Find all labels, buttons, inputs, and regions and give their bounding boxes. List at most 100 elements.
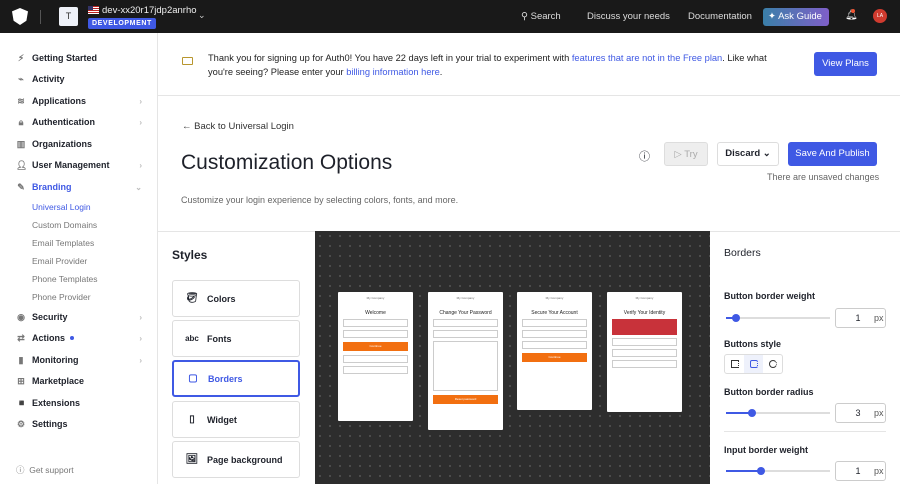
auth0-logo[interactable] <box>12 8 28 25</box>
grid-plus-icon: ⊞ <box>17 376 25 386</box>
help-icon[interactable]: ⓘ <box>639 148 650 164</box>
sidebar-item-security[interactable]: ◉ Security › <box>16 312 142 322</box>
button-radius-input[interactable]: 3 px <box>835 403 886 423</box>
sidebar-sub-phone-provider[interactable]: Phone Provider <box>32 292 91 302</box>
rounded-corner-icon <box>749 360 758 368</box>
sidebar-item-settings[interactable]: ⚙ Settings <box>16 419 142 429</box>
style-page-background[interactable]: 🖼︎ Page background <box>172 441 300 478</box>
styles-panel: Styles 🪣︎ Colors abc Fonts ▢ Borders ▯ Widge… <box>158 231 315 484</box>
view-plans-button[interactable]: View Plans <box>814 52 877 76</box>
sharp-corner-icon <box>730 360 739 368</box>
save-and-publish-button[interactable]: Save And Publish <box>788 142 877 166</box>
features-link[interactable]: features that are not in the Free plan <box>572 53 722 63</box>
unit: px <box>874 408 884 418</box>
preview-title: Verify Your Identity <box>623 310 666 316</box>
sidebar-item-extensions[interactable]: ◾ Extensions <box>16 398 142 408</box>
label: Extensions <box>32 398 81 408</box>
trial-banner: Thank you for signing up for Auth0! You … <box>158 33 900 96</box>
label: Try <box>684 149 698 160</box>
style-rounded-button[interactable] <box>744 355 763 373</box>
button-weight-input[interactable]: 1 px <box>835 308 886 328</box>
try-button[interactable]: ▷ Try <box>664 142 708 166</box>
unit: px <box>874 466 884 476</box>
preview-title: Welcome <box>365 310 386 316</box>
sidebar-item-actions[interactable]: ⇄ Actions › <box>16 333 142 343</box>
us-flag-icon <box>88 6 99 14</box>
sidebar-item-marketplace[interactable]: ⊞ Marketplace <box>16 376 142 386</box>
brush-icon: ✎ <box>17 182 25 192</box>
tenant-name[interactable]: dev-xx20r17jdp2anrho <box>102 5 197 16</box>
sidebar-item-branding[interactable]: ✎ Branding ⌄ <box>16 182 142 192</box>
button-weight-slider[interactable] <box>726 314 830 322</box>
label: Get support <box>29 465 74 475</box>
sidebar-item-authentication[interactable]: 🔒︎ Authentication › <box>16 117 142 127</box>
style-borders[interactable]: ▢ Borders <box>172 360 300 397</box>
slider-knob[interactable] <box>748 409 756 417</box>
button-radius-label: Button border radius <box>724 387 814 397</box>
banner-text: Thank you for signing up for Auth0! You … <box>208 51 778 79</box>
preview-login-card: My Company Welcome Continue <box>338 292 413 421</box>
discuss-link[interactable]: Discuss your needs <box>587 11 670 22</box>
style-pill-button[interactable] <box>763 355 782 373</box>
login-preview: My Company Welcome Continue My Company Chan… <box>315 231 710 484</box>
divider <box>40 10 41 24</box>
label: User Management <box>32 160 110 170</box>
new-dot <box>70 336 75 340</box>
discard-button[interactable]: Discard ⌄ <box>717 142 779 166</box>
sidebar-item-applications[interactable]: ≋ Applications › <box>16 96 142 106</box>
sidebar-sub-universal-login[interactable]: Universal Login <box>32 202 91 212</box>
slider-knob[interactable] <box>732 314 741 322</box>
label: Organizations <box>32 139 93 149</box>
label: Discard <box>725 148 761 159</box>
chevron-down-icon[interactable]: ⌄ <box>198 10 206 21</box>
input-weight-input[interactable]: 1 px <box>835 461 886 481</box>
sidebar-item-activity[interactable]: ⌁ Activity <box>16 74 142 84</box>
buttons-style-label: Buttons style <box>724 339 782 349</box>
abc-icon: abc <box>185 334 199 343</box>
sidebar-sub-email-templates[interactable]: Email Templates <box>32 238 94 248</box>
tenant-avatar[interactable]: T <box>59 7 78 26</box>
slider-knob[interactable] <box>756 467 765 475</box>
actions-icon: ⇄ <box>17 333 25 343</box>
style-widget[interactable]: ▯ Widget <box>172 401 300 438</box>
style-sharp-button[interactable] <box>725 355 744 373</box>
unit: px <box>874 313 884 323</box>
continue-btn: Continue <box>343 342 408 351</box>
sidebar-item-organizations[interactable]: ▥ Organizations <box>16 139 142 149</box>
style-fonts[interactable]: abc Fonts <box>172 320 300 357</box>
documentation-link[interactable]: Documentation <box>688 11 752 22</box>
buildings-icon: ▥ <box>16 139 26 149</box>
sidebar-item-monitoring[interactable]: ▮ Monitoring › <box>16 355 142 365</box>
ask-guide-label: Ask Guide <box>778 11 822 22</box>
sidebar: ⚡︎ Getting Started ⌁ Activity ≋ Application… <box>0 33 158 484</box>
preview-secure-card: My Company Secure Your Account Continue <box>517 292 592 410</box>
label: Branding <box>32 182 72 192</box>
square-icon: ▢ <box>188 373 198 384</box>
get-support-link[interactable]: ⓘ Get support <box>16 464 74 476</box>
billing-link[interactable]: billing information here <box>346 67 440 77</box>
sidebar-item-user-management[interactable]: 👤︎ User Management › <box>16 160 142 170</box>
sidebar-sub-email-provider[interactable]: Email Provider <box>32 256 87 266</box>
sidebar-item-getting-started[interactable]: ⚡︎ Getting Started <box>16 53 142 63</box>
label: Getting Started <box>32 53 98 63</box>
chart-icon: ▮ <box>18 355 24 365</box>
t: Thank you for signing up for Auth0! You … <box>208 53 572 63</box>
style-colors[interactable]: 🪣︎ Colors <box>172 280 300 317</box>
input-weight-slider[interactable] <box>726 467 830 475</box>
user-avatar[interactable]: LA <box>873 9 887 23</box>
lock-icon: 🔒︎ <box>18 117 24 127</box>
extension-icon: ◾ <box>16 398 28 408</box>
label: Borders <box>208 373 243 384</box>
sidebar-sub-custom-domains[interactable]: Custom Domains <box>32 220 97 230</box>
label: Colors <box>207 293 236 304</box>
value: 3 <box>855 408 861 418</box>
button-radius-slider[interactable] <box>726 409 830 417</box>
back-link[interactable]: ← Back to Universal Login <box>182 121 294 132</box>
search-button[interactable]: ⚲ Search <box>521 11 561 22</box>
preview-verify-card: My Company Verify Your Identity <box>607 292 682 412</box>
sidebar-sub-phone-templates[interactable]: Phone Templates <box>32 274 98 284</box>
ask-guide-button[interactable]: ✦ Ask Guide <box>763 8 829 26</box>
gear-icon: ⚙ <box>16 419 26 429</box>
credit-card-icon <box>182 57 193 65</box>
company: My Company <box>635 296 654 300</box>
